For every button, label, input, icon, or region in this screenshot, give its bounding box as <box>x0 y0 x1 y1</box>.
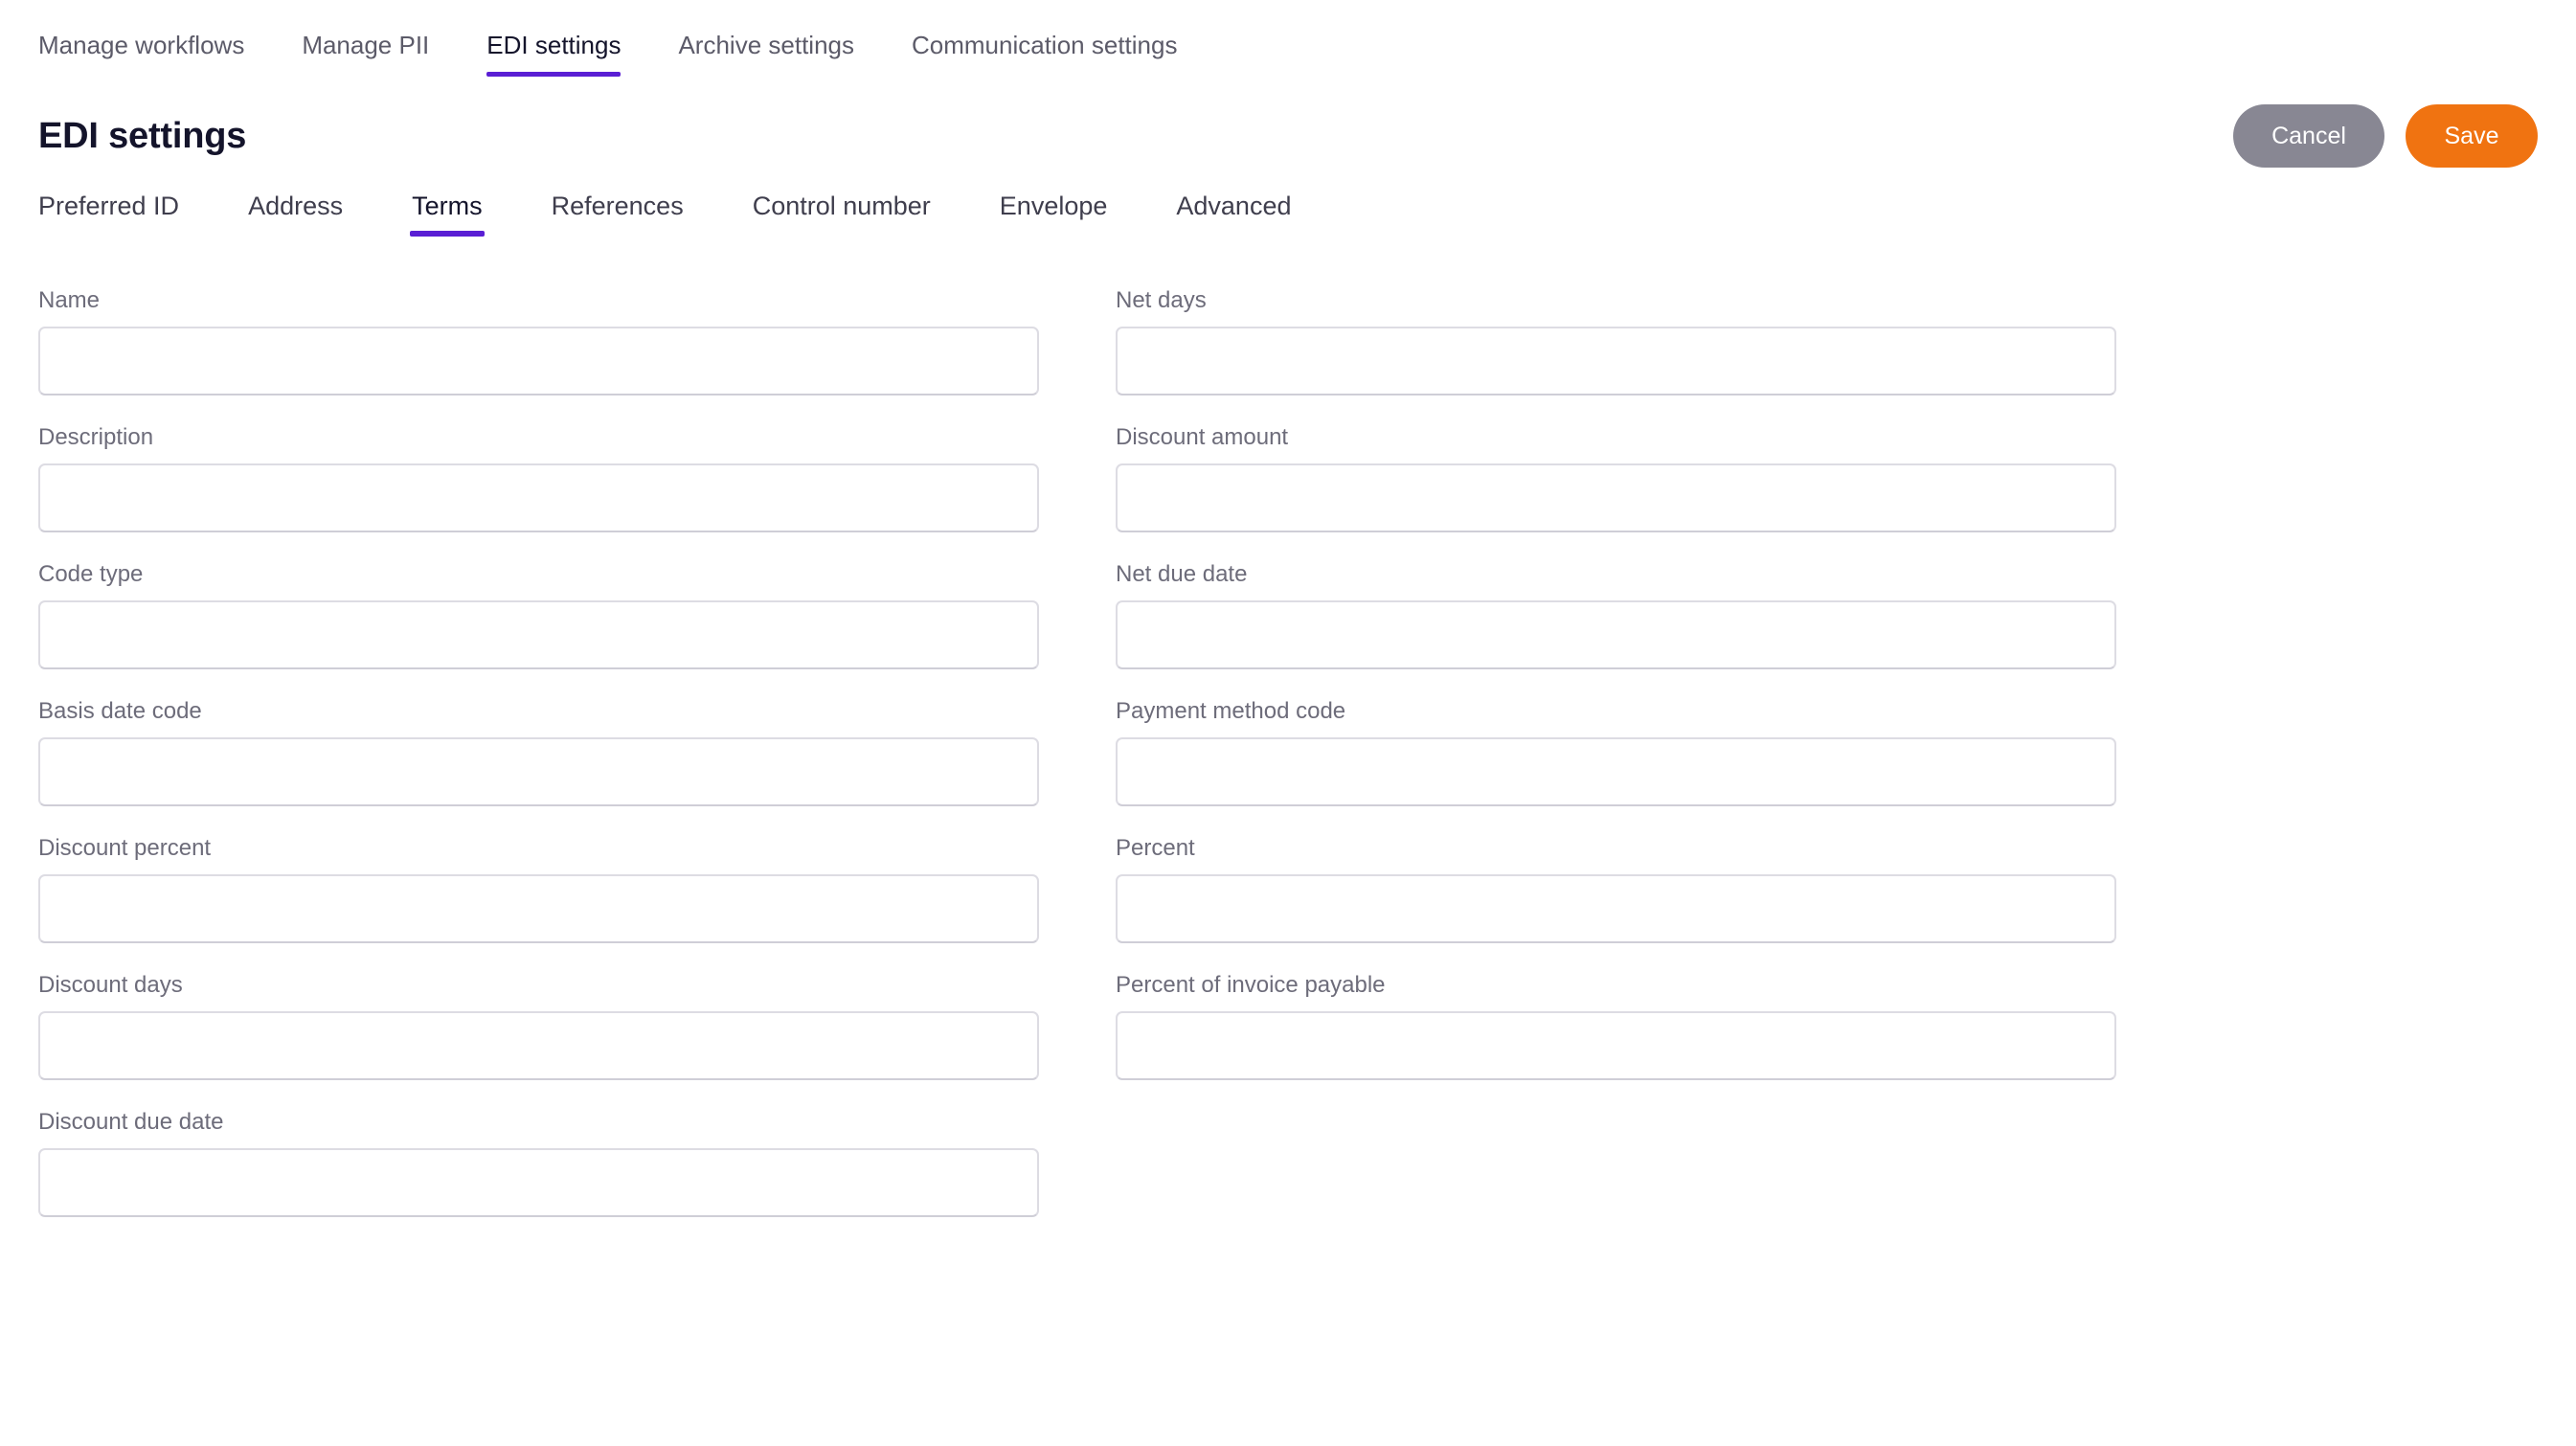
percent-of-invoice-payable-input[interactable] <box>1116 1011 2116 1080</box>
page-header: EDI settings Cancel Save <box>0 84 2576 168</box>
field-label: Description <box>38 424 154 450</box>
tab-references[interactable]: References <box>552 180 684 237</box>
top-nav-label: EDI settings <box>486 31 621 59</box>
payment-method-code-input[interactable] <box>1116 737 2116 806</box>
cancel-button[interactable]: Cancel <box>2233 104 2384 168</box>
top-nav-label: Communication settings <box>912 31 1178 59</box>
discount-due-date-input[interactable] <box>38 1148 1039 1217</box>
discount-amount-input[interactable] <box>1116 463 2116 532</box>
terms-form: Name Description Code type Basis date co… <box>0 249 2576 1248</box>
field-percent: Percent <box>1116 837 2116 943</box>
field-label: Basis date code <box>38 698 202 724</box>
field-label: Net days <box>1116 287 1207 313</box>
field-label: Discount amount <box>1116 424 1289 450</box>
tab-label: Control number <box>752 192 931 220</box>
field-label: Code type <box>38 561 144 587</box>
primary-nav: Manage workflows Manage PII EDI settings… <box>0 0 2576 84</box>
save-button[interactable]: Save <box>2406 104 2538 168</box>
settings-tabs: Preferred ID Address Terms References Co… <box>0 180 2576 249</box>
field-basis-date-code: Basis date code <box>38 700 1039 806</box>
tab-control-number[interactable]: Control number <box>753 180 931 237</box>
field-discount-amount: Discount amount <box>1116 426 2116 532</box>
top-nav-item-edi-settings[interactable]: EDI settings <box>486 0 621 77</box>
field-net-due-date: Net due date <box>1116 563 2116 669</box>
field-label: Net due date <box>1116 561 1248 587</box>
top-nav-label: Manage PII <box>302 31 430 59</box>
tab-address[interactable]: Address <box>248 180 343 237</box>
tab-label: Terms <box>412 192 483 220</box>
field-label: Payment method code <box>1116 698 1346 724</box>
basis-date-code-input[interactable] <box>38 737 1039 806</box>
discount-percent-input[interactable] <box>38 874 1039 943</box>
field-label: Percent of invoice payable <box>1116 972 1386 998</box>
tab-label: Envelope <box>999 192 1108 220</box>
field-discount-percent: Discount percent <box>38 837 1039 943</box>
field-label: Name <box>38 287 101 313</box>
field-discount-days: Discount days <box>38 974 1039 1080</box>
field-label: Discount days <box>38 972 183 998</box>
tab-terms[interactable]: Terms <box>410 180 485 237</box>
tab-label: Advanced <box>1176 192 1292 220</box>
field-label: Discount percent <box>38 835 212 861</box>
net-days-input[interactable] <box>1116 327 2116 395</box>
header-actions: Cancel Save <box>2233 104 2538 168</box>
form-column-right: Net days Discount amount Net due date Pa… <box>1116 289 2116 1111</box>
tab-advanced[interactable]: Advanced <box>1176 180 1291 237</box>
tab-label: Preferred ID <box>38 192 180 220</box>
name-input[interactable] <box>38 327 1039 395</box>
discount-days-input[interactable] <box>38 1011 1039 1080</box>
percent-input[interactable] <box>1116 874 2116 943</box>
top-nav-label: Manage workflows <box>38 31 245 59</box>
top-nav-item-manage-workflows[interactable]: Manage workflows <box>38 0 244 77</box>
field-label: Percent <box>1116 835 1195 861</box>
description-input[interactable] <box>38 463 1039 532</box>
tab-label: References <box>551 192 684 220</box>
field-payment-method-code: Payment method code <box>1116 700 2116 806</box>
code-type-input[interactable] <box>38 600 1039 669</box>
tab-preferred-id[interactable]: Preferred ID <box>38 180 179 237</box>
top-nav-item-communication-settings[interactable]: Communication settings <box>912 0 1177 77</box>
field-name: Name <box>38 289 1039 395</box>
page-title: EDI settings <box>38 115 247 156</box>
tab-envelope[interactable]: Envelope <box>1000 180 1108 237</box>
field-discount-due-date: Discount due date <box>38 1111 1039 1217</box>
field-net-days: Net days <box>1116 289 2116 395</box>
top-nav-label: Archive settings <box>678 31 854 59</box>
top-nav-item-archive-settings[interactable]: Archive settings <box>678 0 854 77</box>
field-percent-of-invoice-payable: Percent of invoice payable <box>1116 974 2116 1080</box>
top-nav-item-manage-pii[interactable]: Manage PII <box>302 0 429 77</box>
field-description: Description <box>38 426 1039 532</box>
net-due-date-input[interactable] <box>1116 600 2116 669</box>
tab-label: Address <box>248 192 344 220</box>
field-code-type: Code type <box>38 563 1039 669</box>
field-label: Discount due date <box>38 1109 224 1135</box>
form-column-left: Name Description Code type Basis date co… <box>38 289 1039 1248</box>
